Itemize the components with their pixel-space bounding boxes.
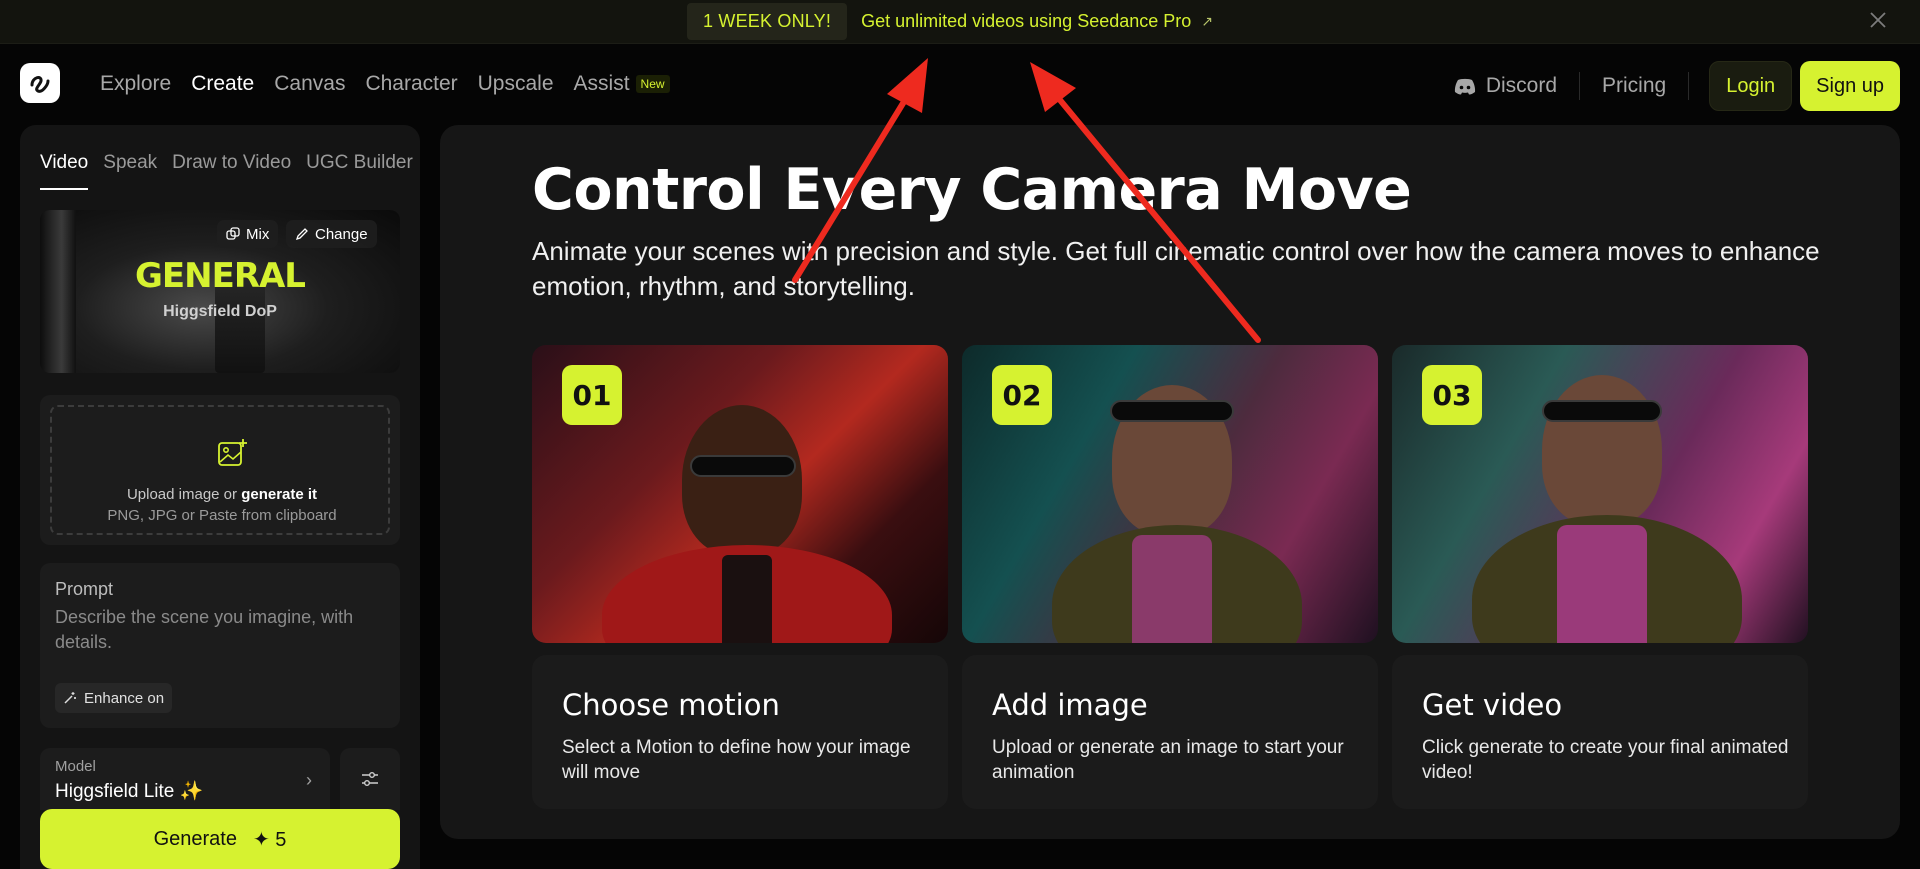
page-description: Animate your scenes with precision and s… bbox=[532, 236, 1820, 301]
promo-badge: 1 WEEK ONLY! bbox=[686, 3, 848, 40]
nav-create[interactable]: Create bbox=[191, 72, 254, 96]
enhance-label: Enhance on bbox=[84, 689, 165, 707]
external-arrow-icon: ↗ bbox=[1201, 13, 1214, 29]
new-badge: New bbox=[635, 75, 670, 93]
chevron-right-icon: › bbox=[306, 770, 312, 790]
step-card-1: 01 Choose motion Select a Motion to defi… bbox=[532, 345, 948, 809]
model-value: Higgsfield Lite ✨ bbox=[55, 781, 204, 802]
upload-instructions: Upload image or generate it bbox=[52, 486, 392, 503]
nav-assist[interactable]: Assist New bbox=[574, 72, 670, 96]
tie bbox=[722, 555, 772, 643]
person-head bbox=[1542, 375, 1662, 525]
sunglasses bbox=[1110, 400, 1234, 422]
image-upload-area[interactable]: Upload image or generate it PNG, JPG or … bbox=[40, 395, 400, 545]
higgsfield-logo[interactable] bbox=[20, 63, 60, 103]
promo-link-text: Get unlimited videos using Seedance Pro bbox=[861, 11, 1192, 31]
nav-canvas[interactable]: Canvas bbox=[274, 72, 345, 96]
generate-it-link[interactable]: generate it bbox=[241, 486, 317, 503]
magic-wand-icon bbox=[64, 692, 76, 704]
nav-character[interactable]: Character bbox=[365, 72, 457, 96]
tab-speak[interactable]: Speak bbox=[103, 152, 157, 190]
prompt-input[interactable]: Describe the scene you imagine, with det… bbox=[55, 605, 385, 655]
step-1-image: 01 bbox=[532, 345, 948, 643]
step-card-3: 03 Get video Click generate to create yo… bbox=[1392, 345, 1808, 809]
settings-button[interactable] bbox=[340, 748, 400, 810]
step-number: 03 bbox=[1422, 365, 1482, 425]
shirt bbox=[1557, 525, 1647, 643]
top-navbar: Explore Create Canvas Character Upscale … bbox=[0, 44, 1920, 124]
upload-dropzone[interactable]: Upload image or generate it PNG, JPG or … bbox=[50, 405, 390, 535]
change-label: Change bbox=[315, 225, 368, 243]
logo-icon bbox=[30, 76, 50, 93]
person-head bbox=[682, 405, 802, 555]
step-description: Upload or generate an image to start you… bbox=[992, 737, 1344, 783]
change-button[interactable]: Change bbox=[286, 220, 377, 248]
discord-link[interactable]: Discord bbox=[1432, 74, 1579, 98]
preset-title: GENERAL bbox=[135, 256, 306, 296]
model-selector[interactable]: Model Higgsfield Lite ✨ › bbox=[40, 748, 330, 810]
nav-upscale[interactable]: Upscale bbox=[478, 72, 554, 96]
prompt-box[interactable]: Prompt Describe the scene you imagine, w… bbox=[40, 563, 400, 728]
nav-actions: Discord Pricing Login Sign up bbox=[1432, 61, 1900, 111]
step-title: Get video bbox=[1422, 688, 1563, 722]
step-2-image: 02 bbox=[962, 345, 1378, 643]
mix-button[interactable]: Mix bbox=[217, 220, 279, 248]
nav-divider bbox=[1688, 72, 1690, 100]
signup-button[interactable]: Sign up bbox=[1800, 61, 1900, 111]
tab-video[interactable]: Video bbox=[40, 152, 89, 190]
login-button[interactable]: Login bbox=[1709, 61, 1793, 111]
promo-link[interactable]: Get unlimited videos using Seedance Pro … bbox=[861, 11, 1213, 32]
tab-draw-to-video[interactable]: Draw to Video bbox=[172, 152, 291, 190]
discord-icon bbox=[1454, 78, 1475, 94]
step-title: Add image bbox=[992, 688, 1148, 722]
step-number: 01 bbox=[562, 365, 622, 425]
model-label: Model bbox=[55, 758, 96, 775]
step-number: 02 bbox=[992, 365, 1052, 425]
pricing-link[interactable]: Pricing bbox=[1580, 74, 1688, 98]
announcement-banner: 1 WEEK ONLY! Get unlimited videos using … bbox=[0, 0, 1920, 44]
shirt bbox=[1132, 535, 1212, 643]
close-banner-button[interactable] bbox=[1868, 10, 1892, 34]
prompt-label: Prompt bbox=[55, 579, 114, 599]
step-3-info: Get video Click generate to create your … bbox=[1392, 655, 1808, 809]
preset-subtitle: Higgsfield DoP bbox=[163, 303, 277, 320]
credit-cost: ✦ 5 bbox=[252, 828, 287, 851]
pencil-icon bbox=[295, 228, 308, 241]
generate-button[interactable]: Generate ✦ 5 bbox=[40, 809, 400, 869]
enhance-toggle[interactable]: Enhance on bbox=[55, 683, 173, 713]
step-description: Select a Motion to define how your image… bbox=[562, 737, 911, 783]
mix-icon bbox=[226, 227, 240, 240]
close-icon bbox=[1870, 12, 1886, 28]
mix-label: Mix bbox=[246, 225, 270, 243]
main-panel: Control Every Camera Move Animate your s… bbox=[440, 125, 1900, 839]
sliders-icon bbox=[362, 772, 378, 786]
discord-label: Discord bbox=[1485, 74, 1558, 97]
step-card-2: 02 Add image Upload or generate an image… bbox=[962, 345, 1378, 809]
step-title: Choose motion bbox=[562, 688, 780, 722]
step-3-image: 03 bbox=[1392, 345, 1808, 643]
tab-ugc-builder[interactable]: UGC Builder bbox=[306, 152, 413, 190]
motion-preset-card[interactable]: Mix Change GENERAL Higgsfield DoP bbox=[40, 210, 400, 373]
sunglasses bbox=[690, 455, 796, 477]
step-2-info: Add image Upload or generate an image to… bbox=[962, 655, 1378, 809]
create-sidebar: Video Speak Draw to Video UGC Builder Mi… bbox=[20, 125, 420, 869]
step-description: Click generate to create your final anim… bbox=[1422, 737, 1789, 783]
mode-tabs: Video Speak Draw to Video UGC Builder bbox=[40, 152, 413, 190]
page-title: Control Every Camera Move bbox=[532, 157, 1412, 223]
sunglasses bbox=[1542, 400, 1662, 422]
generate-label: Generate bbox=[153, 827, 237, 850]
nav-explore[interactable]: Explore bbox=[100, 72, 171, 96]
upload-hint: PNG, JPG or Paste from clipboard bbox=[107, 507, 337, 524]
add-image-icon bbox=[218, 439, 247, 466]
step-1-info: Choose motion Select a Motion to define … bbox=[532, 655, 948, 809]
nav-assist-label: Assist bbox=[573, 72, 630, 95]
main-nav: Explore Create Canvas Character Upscale … bbox=[100, 72, 670, 96]
upload-text-prefix: Upload image or bbox=[126, 486, 242, 503]
